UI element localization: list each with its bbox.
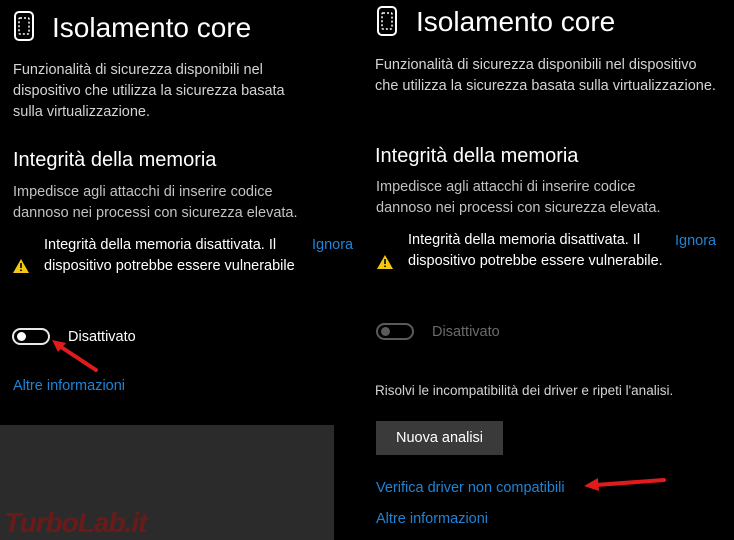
new-scan-button[interactable]: Nuova analisi [376, 421, 503, 455]
verify-drivers-link[interactable]: Verifica driver non compatibili [376, 480, 565, 496]
memory-integrity-toggle[interactable] [376, 323, 414, 340]
right-panel: Isolamento core Funzionalità di sicurezz… [362, 0, 734, 540]
memory-integrity-toggle[interactable] [12, 328, 50, 345]
watermark-logo: TurboLab.it [4, 507, 147, 538]
red-arrow-annotation [582, 472, 668, 492]
warning-message: Integrità della memoria disattivata. Il … [44, 237, 295, 274]
warning-message: Integrità della memoria disattivata. Il … [408, 232, 663, 269]
page-title: Isolamento core [416, 6, 616, 37]
section-title: Integrità della memoria [13, 149, 217, 171]
more-info-link[interactable]: Altre informazioni [13, 378, 125, 394]
toggle-knob [381, 327, 390, 336]
device-shield-icon [376, 5, 398, 37]
page-title: Isolamento core [52, 12, 252, 43]
red-arrow-annotation [50, 338, 100, 374]
left-panel: Isolamento core Funzionalità di sicurezz… [0, 0, 362, 540]
section-description: Impedisce agli attacchi di inserire codi… [13, 184, 298, 221]
page-description: Funzionalità di sicurezza disponibili ne… [375, 57, 716, 94]
dismiss-link[interactable]: Ignora [675, 233, 716, 249]
page-description: Funzionalità di sicurezza disponibili ne… [13, 62, 285, 120]
section-title: Integrità della memoria [375, 145, 579, 167]
more-info-link[interactable]: Altre informazioni [376, 511, 488, 527]
section-description: Impedisce agli attacchi di inserire codi… [376, 179, 661, 216]
warning-icon [13, 259, 29, 273]
toggle-state-label: Disattivato [432, 324, 500, 340]
device-shield-icon [13, 10, 35, 42]
resolve-instructions: Risolvi le incompatibilità dei driver e … [375, 383, 674, 398]
toggle-knob [17, 332, 26, 341]
warning-icon [377, 255, 393, 269]
dismiss-link[interactable]: Ignora [312, 237, 353, 253]
